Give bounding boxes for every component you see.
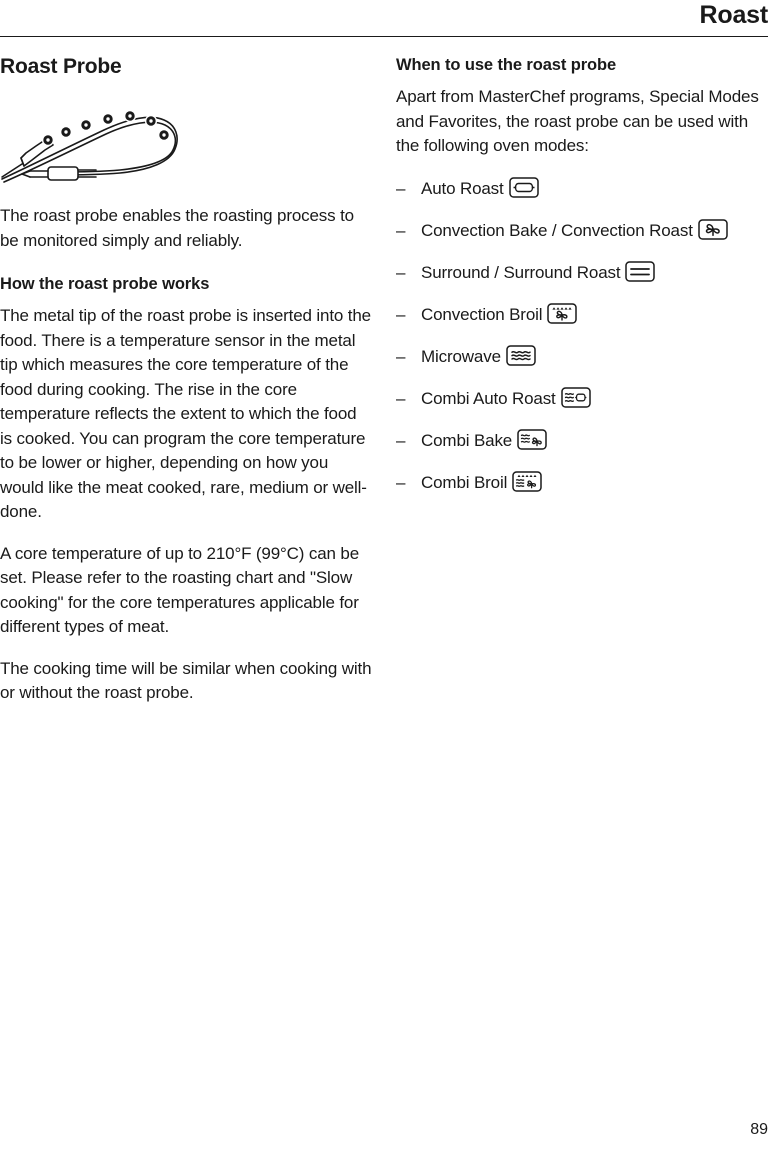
page-header: Roast xyxy=(0,0,768,37)
mode-label: Convection Bake / Convection Roast xyxy=(421,220,693,240)
when-to-use-paragraph: Apart from MasterChef programs, Special … xyxy=(396,87,759,155)
header-divider xyxy=(0,36,768,37)
list-item: – Convection Bake / Convection Roast xyxy=(396,218,768,247)
left-column: Roast Probe The roast probe enables the … xyxy=(0,54,372,706)
bullet-dash: – xyxy=(396,220,406,240)
mode-label: Combi Auto Roast xyxy=(421,388,556,408)
bullet-dash: – xyxy=(396,472,406,492)
microwave-icon xyxy=(506,344,536,373)
convection-fan-icon xyxy=(698,218,728,247)
auto-roast-icon xyxy=(508,176,539,205)
subheading-when-to-use-the-roast-probe: When to use the roast probe xyxy=(396,56,617,74)
list-item: – Surround / Surround Roast xyxy=(396,260,768,289)
mode-label: Auto Roast xyxy=(421,178,504,198)
core-temperature-paragraph: A core temperature of up to 210°F (99°C)… xyxy=(0,543,360,637)
intro-paragraph: The roast probe enables the roasting pro… xyxy=(0,206,354,250)
list-item: – Microwave xyxy=(396,344,768,373)
mode-label: Combi Bake xyxy=(421,430,513,450)
bullet-dash: – xyxy=(396,304,406,324)
combi-bake-icon xyxy=(517,428,547,457)
how-it-works-paragraph: The metal tip of the roast probe is inse… xyxy=(0,306,371,521)
surround-icon xyxy=(625,260,656,289)
roast-probe-illustration xyxy=(0,94,230,186)
combi-auto-roast-icon xyxy=(560,386,591,415)
bullet-dash: – xyxy=(396,262,406,282)
mode-label: Surround / Surround Roast xyxy=(421,262,621,282)
list-item: – Combi Bake xyxy=(396,428,768,457)
page-footer: 89 xyxy=(0,1103,768,1149)
bullet-dash: – xyxy=(396,178,406,198)
bullet-dash: – xyxy=(396,346,406,366)
combi-broil-icon xyxy=(512,470,542,499)
list-item: – Combi Auto Roast xyxy=(396,386,768,415)
page-number: 89 xyxy=(750,1121,768,1138)
subheading-how-the-roast-probe-works: How the roast probe works xyxy=(0,275,210,293)
mode-label: Combi Broil xyxy=(421,472,508,492)
mode-label: Microwave xyxy=(421,346,501,366)
bullet-dash: – xyxy=(396,430,406,450)
oven-mode-list: – Auto Roast – Convection Bake / Convectio… xyxy=(396,176,768,499)
right-column: When to use the roast probe Apart from M… xyxy=(396,54,768,512)
list-item: – Combi Broil xyxy=(396,470,768,499)
page-title: Roast xyxy=(699,1,768,29)
cooking-time-paragraph: The cooking time will be similar when co… xyxy=(0,658,372,703)
convection-broil-icon xyxy=(547,302,578,331)
bullet-dash: – xyxy=(396,388,406,408)
list-item: – Convection Broil xyxy=(396,302,768,331)
mode-label: Convection Broil xyxy=(421,304,543,324)
list-item: – Auto Roast xyxy=(396,176,768,205)
section-title-roast-probe: Roast Probe xyxy=(0,55,122,78)
